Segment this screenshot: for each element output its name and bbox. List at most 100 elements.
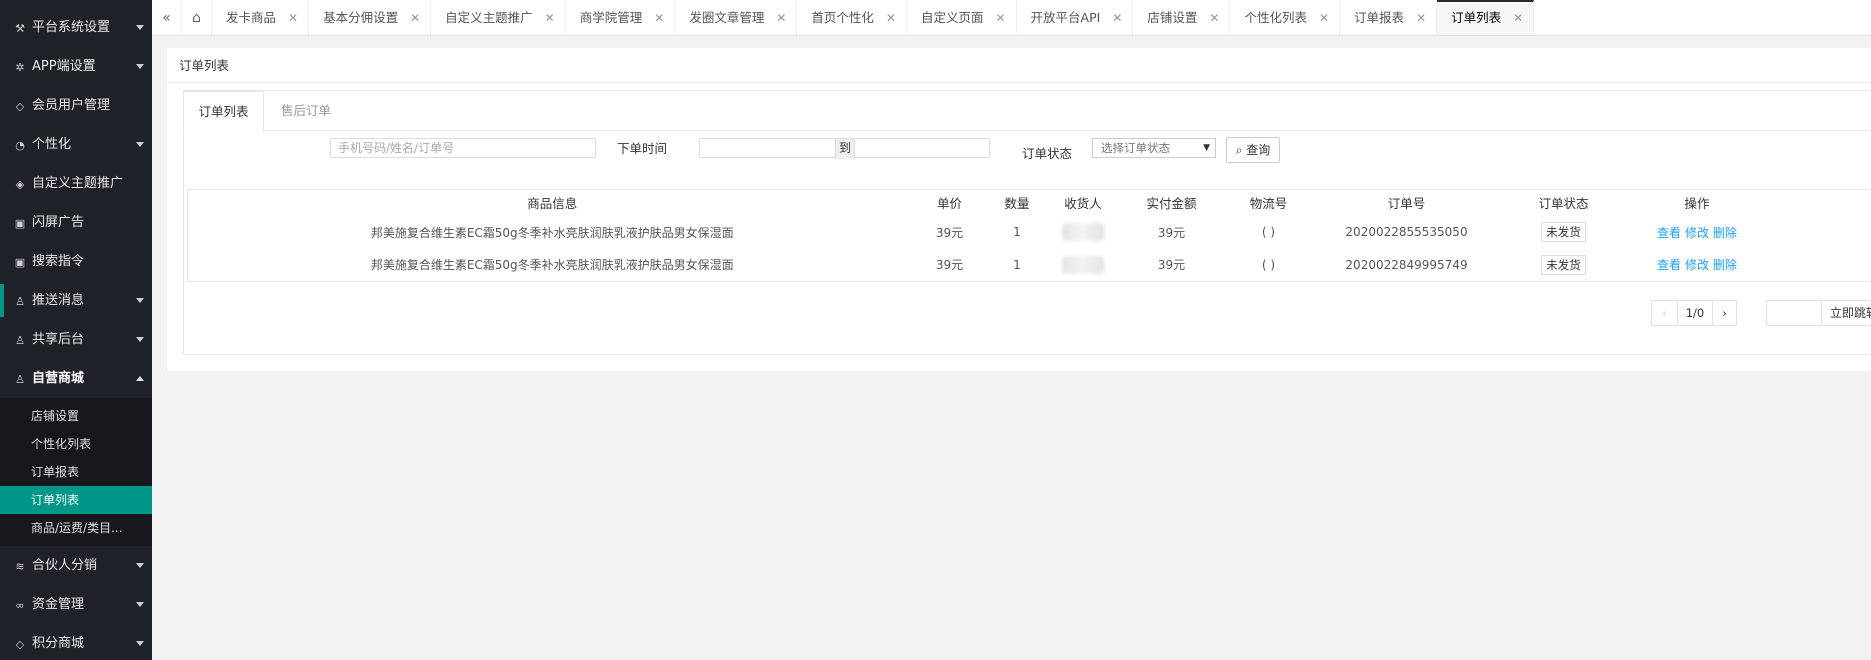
- edit-link[interactable]: 修改: [1685, 258, 1709, 272]
- chevron-down-icon: [136, 337, 144, 342]
- close-icon[interactable]: ✕: [886, 11, 896, 25]
- cell-filler: [1772, 249, 1871, 282]
- close-icon[interactable]: ✕: [1319, 11, 1329, 25]
- sidebar-item-splash-ads[interactable]: ▣ 闪屏广告: [0, 203, 152, 242]
- sidebar-item-member-users[interactable]: ◇ 会员用户管理: [0, 86, 152, 125]
- tab-personalized-list[interactable]: 个性化列表 ✕: [1230, 0, 1341, 35]
- tab-order-report[interactable]: 订单报表 ✕: [1340, 0, 1438, 35]
- tab-label: 自定义主题推广: [445, 10, 533, 25]
- close-icon[interactable]: ✕: [288, 11, 298, 25]
- tab-store-settings[interactable]: 店铺设置 ✕: [1133, 0, 1231, 35]
- view-link[interactable]: 查看: [1657, 258, 1681, 272]
- close-icon[interactable]: ✕: [410, 11, 420, 25]
- search-input[interactable]: [330, 138, 596, 158]
- cell-qty: 1: [1013, 225, 1021, 239]
- home-icon[interactable]: ⌂: [182, 0, 212, 35]
- gear-icon: ✲: [15, 61, 25, 74]
- sidebar-item-app-settings[interactable]: ✲ APP端设置: [0, 47, 152, 86]
- chevron-down-icon: [136, 602, 144, 607]
- edit-link[interactable]: 修改: [1685, 226, 1709, 240]
- close-icon[interactable]: ✕: [654, 11, 664, 25]
- col-actions: 操作: [1684, 196, 1710, 212]
- close-icon[interactable]: ✕: [1416, 11, 1426, 25]
- caret-down-icon: ▼: [1203, 143, 1210, 153]
- close-icon[interactable]: ✕: [776, 11, 786, 25]
- tab-custom-page[interactable]: 自定义页面 ✕: [907, 0, 1017, 35]
- table-header-row: 商品信息 单价 数量 收货人 实付金额 物流号 订单号 订单状态 操作: [188, 190, 1871, 216]
- sidebar-item-points-mall[interactable]: ◇ 积分商城: [0, 624, 152, 660]
- tab-label: 基本分佣设置: [323, 10, 399, 25]
- close-icon[interactable]: ✕: [1112, 11, 1122, 25]
- tab-business-school[interactable]: 商学院管理 ✕: [566, 0, 676, 35]
- sidebar-item-fund-management[interactable]: ∞ 资金管理: [0, 585, 152, 624]
- cell-order-no: 2020022849995749: [1345, 257, 1468, 272]
- tab-card-goods[interactable]: 发卡商品 ✕: [212, 0, 310, 35]
- sidebar-item-label: 个性化: [32, 137, 72, 152]
- page-jump-button[interactable]: 立即跳转: [1822, 300, 1871, 326]
- tab-label: 开放平台API: [1030, 10, 1101, 25]
- sidebar-item-shared-backend[interactable]: ♙ 共享后台: [0, 320, 152, 359]
- tab-custom-theme[interactable]: 自定义主题推广 ✕: [431, 0, 566, 35]
- date-range-input[interactable]: 到: [699, 138, 990, 159]
- col-status: 订单状态: [1538, 196, 1589, 212]
- sidebar-item-label: 自定义主题推广: [32, 176, 124, 191]
- double-chevron-left-icon[interactable]: «: [152, 0, 182, 35]
- sidebar-item-custom-theme[interactable]: ◈ 自定义主题推广: [0, 164, 152, 203]
- col-receiver: 收货人: [1064, 196, 1102, 212]
- sidebar-item-push-messages[interactable]: ♙ 推送消息: [0, 281, 152, 320]
- status-badge: 未发货: [1541, 222, 1586, 242]
- order-status-select[interactable]: 选择订单状态 ▼: [1092, 138, 1216, 158]
- sidebar-sub-store-settings[interactable]: 店铺设置: [0, 402, 152, 430]
- view-link[interactable]: 查看: [1657, 226, 1681, 240]
- delete-link[interactable]: 删除: [1713, 226, 1737, 240]
- sidebar-sub-order-list[interactable]: 订单列表: [0, 486, 152, 514]
- user-icon: ♙: [15, 295, 25, 308]
- query-button[interactable]: ⌕ 查询: [1226, 137, 1280, 163]
- tab-label: 订单报表: [1354, 10, 1405, 25]
- cell-paid: 39元: [1157, 225, 1186, 240]
- tab-label: 店铺设置: [1147, 10, 1198, 25]
- tab-post-articles[interactable]: 发圈文章管理 ✕: [675, 0, 798, 35]
- tab-label: 首页个性化: [811, 10, 874, 25]
- page-indicator: 1/0: [1685, 306, 1705, 320]
- tab-order-list[interactable]: 订单列表 ✕: [1437, 0, 1535, 35]
- cell-receiver: [1052, 249, 1115, 282]
- tab-after-sales[interactable]: 售后订单: [281, 91, 331, 131]
- page-jump-input[interactable]: [1766, 300, 1822, 326]
- tab-open-api[interactable]: 开放平台API ✕: [1017, 0, 1134, 35]
- close-icon[interactable]: ✕: [1209, 11, 1219, 25]
- tab-label: 发圈文章管理: [689, 10, 765, 25]
- chevron-left-icon[interactable]: ‹: [1652, 301, 1678, 325]
- chevron-right-icon[interactable]: ›: [1712, 301, 1736, 325]
- col-product: 商品信息: [527, 196, 578, 212]
- sidebar-item-label: 共享后台: [32, 332, 85, 347]
- sidebar-item-label: 资金管理: [32, 597, 85, 612]
- sidebar-sub-goods-shipping[interactable]: 商品/运费/类目...: [0, 514, 152, 542]
- sidebar-item-search-commands[interactable]: ▣ 搜索指令: [0, 242, 152, 281]
- close-icon[interactable]: ✕: [1513, 11, 1523, 25]
- close-icon[interactable]: ✕: [545, 11, 555, 25]
- blurred-receiver: [1062, 255, 1104, 274]
- sidebar-item-personalization[interactable]: ◔ 个性化: [0, 125, 152, 164]
- sidebar-item-label: 推送消息: [32, 293, 85, 308]
- sidebar-sub-order-report[interactable]: 订单报表: [0, 458, 152, 486]
- tab-home-personalization[interactable]: 首页个性化 ✕: [797, 0, 907, 35]
- tab-commission-settings[interactable]: 基本分佣设置 ✕: [309, 0, 432, 35]
- sidebar-item-partner-distribution[interactable]: ≋ 合伙人分销: [0, 546, 152, 585]
- chevron-up-icon: [136, 376, 144, 381]
- status-badge: 未发货: [1541, 254, 1586, 275]
- tab-label: 商学院管理: [579, 10, 643, 25]
- col-paid: 实付金额: [1146, 196, 1197, 212]
- blurred-receiver: [1062, 223, 1104, 241]
- delete-link[interactable]: 删除: [1713, 258, 1737, 272]
- sidebar-item-platform-settings[interactable]: ⚒ 平台系统设置: [0, 8, 152, 47]
- sidebar-item-self-mall[interactable]: ♙ 自营商城: [0, 359, 152, 398]
- chevron-down-icon: [136, 142, 144, 147]
- tab-order-list-content[interactable]: 订单列表: [183, 91, 264, 132]
- tab-label: 自定义页面: [920, 10, 984, 25]
- sidebar-sub-personalized-list[interactable]: 个性化列表: [0, 430, 152, 458]
- tab-label: 订单列表: [1451, 10, 1502, 25]
- cell-product: 邦美施复合维生素EC霜50g冬季补水亮肤润肤乳液护肤品男女保湿面: [370, 225, 734, 240]
- close-icon[interactable]: ✕: [995, 11, 1005, 25]
- chevron-down-icon: [136, 64, 144, 69]
